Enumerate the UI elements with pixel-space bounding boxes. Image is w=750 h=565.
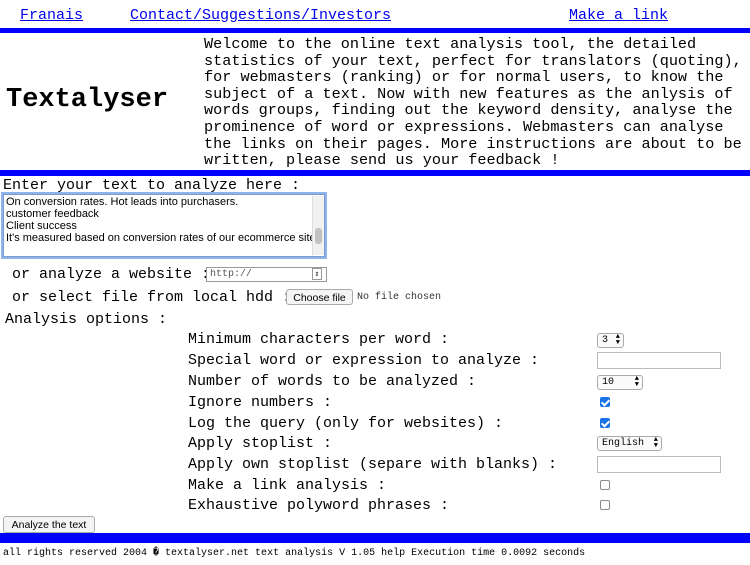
polyword-checkbox[interactable] [600,500,610,510]
logo: Textalyser [6,85,169,115]
enter-text-label: Enter your text to analyze here : [3,177,301,194]
intro-line: statistics of your text, perfect for tra… [204,51,742,70]
own-stoplist-label: Apply own stoplist (separe with blanks) … [188,456,558,473]
min-chars-label: Minimum characters per word : [188,331,450,348]
file-label: or select file from local hdd : [12,289,292,306]
link-analysis-checkbox[interactable] [600,480,610,490]
num-words-label: Number of words to be analyzed : [188,373,477,390]
intro-line: words groups, finding out the keyword de… [204,101,733,120]
select-updown-icon: ▲ ▼ [653,436,658,450]
footer-text: all rights reserved 2004 � textalyser.ne… [3,548,586,559]
intro-line: the links on their pages. More instructi… [204,134,742,153]
intro-line: written, please send us your feedback ! [204,151,560,170]
url-input[interactable] [206,267,327,282]
special-word-input[interactable] [597,352,721,369]
log-query-checkbox[interactable] [600,418,610,428]
min-chars-select[interactable]: 3 ▲ ▼ [597,333,624,348]
intro-line: subject of a text. Now with new features… [204,84,733,103]
link-analysis-label: Make a link analysis : [188,477,387,494]
nav-contact-link[interactable]: Contact/Suggestions/Investors [130,7,391,24]
textarea-scrollbar[interactable] [312,196,324,255]
footer-divider [0,533,750,543]
nav-francais-link[interactable]: Franais [20,7,83,24]
polyword-label: Exhaustive polyword phrases : [188,497,450,514]
nav-make-link[interactable]: Make a link [569,7,668,24]
own-stoplist-input[interactable] [597,456,721,473]
url-spinner-icon[interactable]: ⇕ [312,268,322,280]
select-updown-icon: ▲ ▼ [634,375,639,389]
no-file-text: No file chosen [357,292,442,303]
select-updown-icon: ▲ ▼ [615,333,620,347]
num-words-select[interactable]: 10 ▲ ▼ [597,375,643,390]
scrollbar-thumb[interactable] [315,228,322,244]
intro-text: Welcome to the online text analysis tool… [204,36,744,169]
options-label: Analysis options : [5,311,168,328]
stoplist-select[interactable]: English ▲ ▼ [597,436,662,451]
num-words-value: 10 [602,377,615,388]
website-label: or analyze a website : [12,266,211,283]
top-divider [0,28,750,33]
choose-file-button[interactable]: Choose file [286,289,353,305]
intro-line: prominence of word or expressions. Webma… [204,117,724,136]
ignore-numbers-checkbox[interactable] [600,397,610,407]
stoplist-value: English [602,438,645,449]
log-query-label: Log the query (only for websites) : [188,415,504,432]
intro-line: for webmasters (ranking) or for normal u… [204,68,724,87]
ignore-numbers-label: Ignore numbers : [188,394,333,411]
stoplist-label: Apply stoplist : [188,435,333,452]
intro-line: Welcome to the online text analysis tool… [204,35,697,53]
min-chars-value: 3 [602,335,609,346]
special-word-label: Special word or expression to analyze : [188,352,540,369]
text-input-area[interactable] [1,192,327,259]
header-divider [0,170,750,176]
analyze-button[interactable]: Analyze the text [3,516,95,533]
